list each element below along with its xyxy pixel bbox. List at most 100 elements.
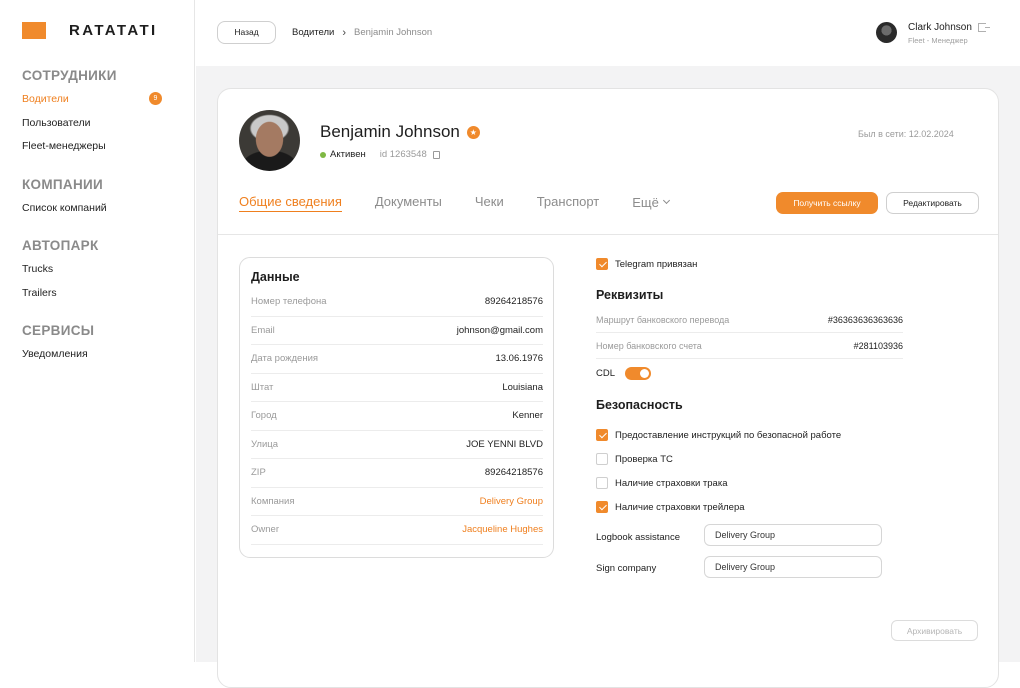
field-label: Дата рождения — [251, 353, 319, 365]
logo-mark-icon — [22, 22, 46, 39]
requisites-row-account: Номер банковского счета #281103936 — [596, 333, 903, 359]
data-row-city: Город Kenner — [251, 402, 543, 431]
back-button[interactable]: Назад — [217, 21, 276, 44]
edit-button[interactable]: Редактировать — [886, 192, 979, 214]
profile-name-row: Benjamin Johnson ★ — [320, 122, 480, 142]
user-name: Clark Johnson — [908, 22, 972, 33]
field-value: #281103936 — [853, 340, 903, 351]
logout-icon[interactable] — [977, 23, 990, 32]
sidebar: RATATATI СОТРУДНИКИ Водители 9 Пользоват… — [0, 0, 195, 662]
logbook-label: Logbook assistance — [596, 532, 680, 543]
nav-heading: КОМПАНИИ — [22, 177, 103, 192]
sidebar-item-label: Уведомления — [22, 348, 88, 360]
field-value: JOE YENNI BLVD — [466, 438, 543, 450]
logbook-field[interactable]: Delivery Group — [704, 524, 882, 546]
security-item[interactable]: Наличие страховки трака — [596, 477, 727, 489]
sidebar-item-users[interactable]: Пользователи — [22, 116, 162, 140]
sign-company-label: Sign company — [596, 563, 657, 574]
sidebar-item-label: Список компаний — [22, 202, 107, 214]
security-item-label: Предоставление инструкций по безопасной … — [615, 429, 842, 441]
field-label: Штат — [251, 381, 274, 393]
security-checkbox[interactable] — [596, 453, 608, 465]
status-dot-icon — [320, 151, 326, 158]
field-value: 89264218576 — [484, 296, 543, 308]
field-label: Owner — [251, 524, 279, 536]
field-label: Номер телефона — [251, 296, 327, 308]
sidebar-item-drivers[interactable]: Водители 9 — [22, 92, 162, 116]
owner-link[interactable]: Jacqueline Hughes — [462, 524, 543, 535]
security-item[interactable]: Наличие страховки трейлера — [596, 501, 745, 513]
field-value: johnson@gmail.com — [456, 324, 543, 336]
data-row-zip: ZIP 89264218576 — [251, 459, 543, 488]
field-label: Номер банковского счета — [596, 340, 702, 351]
security-checkbox[interactable] — [596, 477, 608, 489]
security-item-label: Наличие страховки трейлера — [615, 501, 745, 513]
tab-documents[interactable]: Документы — [375, 194, 442, 212]
sidebar-item-fleet-managers[interactable]: Fleet-менеджеры — [22, 139, 162, 163]
field-label: Компания — [251, 495, 295, 507]
field-label: Маршрут банковского перевода — [596, 314, 730, 325]
driver-photo — [239, 110, 300, 171]
nav-heading: АВТОПАРК — [22, 238, 99, 253]
user-info: Clark Johnson Fleet - Менеджер — [908, 22, 990, 45]
security-checkbox[interactable] — [596, 501, 608, 513]
security-checkbox[interactable] — [596, 429, 608, 441]
telegram-row[interactable]: Telegram привязан — [596, 258, 697, 270]
sidebar-item-trucks[interactable]: Trucks — [22, 262, 162, 286]
telegram-label: Telegram привязан — [615, 258, 698, 270]
tab-transport[interactable]: Транспорт — [537, 194, 600, 212]
logo[interactable]: RATATATI — [22, 22, 158, 39]
field-label: Email — [251, 324, 275, 336]
breadcrumb-drivers-link[interactable]: Водители — [292, 27, 334, 38]
star-icon: ★ — [466, 125, 480, 139]
requisites-row-routing: Маршрут банковского перевода #36363636363… — [596, 307, 903, 333]
nav-heading: СОТРУДНИКИ — [22, 68, 117, 83]
sidebar-item-trailers[interactable]: Trailers — [22, 286, 162, 310]
tab-more[interactable]: Ещё — [632, 194, 670, 212]
user-menu[interactable]: Clark Johnson Fleet - Менеджер — [876, 22, 990, 45]
user-role: Fleet - Менеджер — [908, 36, 968, 45]
tabs: Общие сведения Документы Чеки Транспорт … — [239, 194, 702, 212]
chevron-down-icon — [662, 196, 670, 205]
driver-name: Benjamin Johnson — [320, 122, 460, 141]
sidebar-item-company-list[interactable]: Список компаний — [22, 201, 162, 225]
cdl-toggle[interactable] — [625, 367, 652, 380]
field-label: ZIP — [251, 467, 266, 479]
tab-receipts[interactable]: Чеки — [475, 194, 504, 212]
security-item-label: Наличие страховки трака — [615, 477, 728, 489]
data-row-email: Email johnson@gmail.com — [251, 317, 543, 345]
tab-general[interactable]: Общие сведения — [239, 194, 342, 212]
driver-profile-card: Benjamin Johnson ★ Активен id 1263548 Бы… — [217, 88, 999, 688]
security-item[interactable]: Предоставление инструкций по безопасной … — [596, 429, 841, 441]
nav-section-companies: КОМПАНИИ Список компаний — [22, 177, 162, 225]
data-row-owner: Owner Jacqueline Hughes — [251, 516, 543, 545]
sidebar-item-label: Trailers — [22, 286, 57, 299]
get-link-button[interactable]: Получить ссылку — [776, 192, 878, 214]
nav-heading: СЕРВИСЫ — [22, 323, 95, 338]
company-link[interactable]: Delivery Group — [480, 496, 543, 507]
status-text: Активен — [330, 149, 366, 160]
security-title: Безопасность — [596, 398, 683, 412]
logo-text: RATATATI — [69, 22, 158, 39]
sidebar-item-label: Пользователи — [22, 116, 91, 129]
security-item-label: Проверка ТС — [615, 453, 673, 465]
cdl-row: CDL — [596, 367, 652, 380]
copy-icon[interactable] — [432, 150, 440, 159]
sidebar-item-label: Водители — [22, 93, 69, 105]
requisites-title: Реквизиты — [596, 288, 664, 302]
topbar: Назад Водители › Benjamin Johnson Clark … — [196, 0, 1020, 66]
telegram-checkbox[interactable] — [596, 258, 608, 270]
field-label: Город — [251, 410, 277, 422]
field-label: Улица — [251, 438, 278, 450]
breadcrumb: Водители › Benjamin Johnson — [292, 27, 432, 38]
sign-company-field[interactable]: Delivery Group — [704, 556, 882, 578]
last-online: Был в сети: 12.02.2024 — [858, 129, 954, 139]
data-panel: Данные Номер телефона 89264218576 Email jo… — [239, 257, 554, 558]
tab-more-label: Ещё — [632, 194, 659, 210]
archive-button[interactable]: Архивировать — [891, 620, 978, 641]
user-name-row: Clark Johnson — [908, 22, 990, 33]
cdl-label: CDL — [596, 368, 616, 379]
security-item[interactable]: Проверка ТС — [596, 453, 673, 465]
sidebar-item-notifications[interactable]: Уведомления — [22, 347, 162, 371]
count-badge: 9 — [149, 92, 162, 105]
